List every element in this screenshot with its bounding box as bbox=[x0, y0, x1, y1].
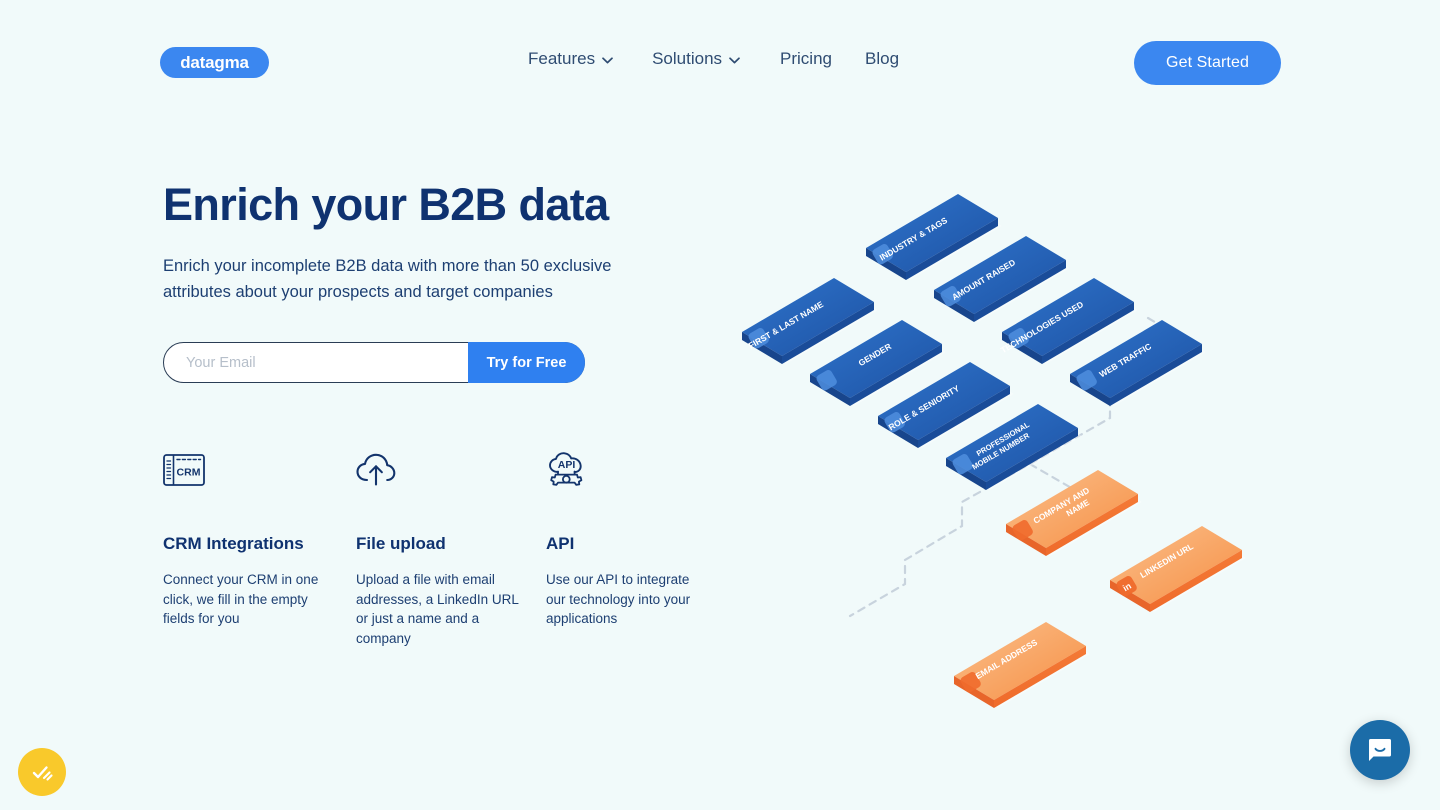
chat-bubble-icon bbox=[1369, 739, 1391, 761]
chat-launcher-button[interactable] bbox=[1350, 720, 1410, 780]
chevron-down-icon bbox=[729, 56, 740, 64]
cookie-hand-icon bbox=[32, 766, 53, 781]
feature-list: CRM CRM Integrations Connect your CRM in… bbox=[163, 448, 743, 648]
data-block-email-address: EMAIL ADDRESS bbox=[954, 622, 1090, 708]
svg-text:API: API bbox=[558, 459, 576, 471]
data-block-linkedin-url: in LINKEDIN URL bbox=[1110, 526, 1246, 612]
logo[interactable]: datagma bbox=[160, 47, 269, 78]
crm-card-icon: CRM bbox=[163, 448, 353, 492]
cookie-consent-button[interactable] bbox=[18, 748, 66, 796]
hero-section: Enrich your B2B data Enrich your incompl… bbox=[163, 178, 723, 383]
logo-text: datagma bbox=[180, 52, 249, 72]
feature-file-upload: File upload Upload a file with email add… bbox=[356, 448, 546, 648]
svg-text:CRM: CRM bbox=[177, 467, 201, 479]
feature-description: Use our API to integrate our technology … bbox=[546, 572, 691, 626]
feature-title: CRM Integrations bbox=[163, 534, 304, 553]
nav-item-solutions[interactable]: Solutions bbox=[630, 49, 757, 69]
chevron-down-icon bbox=[602, 56, 613, 64]
feature-title: File upload bbox=[356, 534, 446, 553]
try-for-free-button[interactable]: Try for Free bbox=[468, 342, 585, 383]
feature-description: Upload a file with email addresses, a Li… bbox=[356, 572, 519, 646]
site-header: datagma Features Solutions Pricing Blog … bbox=[0, 0, 1440, 125]
hero-subtitle: Enrich your incomplete B2B data with mor… bbox=[163, 257, 612, 301]
data-block-company-and-name: COMPANY AND NAME bbox=[1006, 470, 1142, 556]
nav-item-label: Features bbox=[528, 49, 596, 68]
nav-item-pricing[interactable]: Pricing bbox=[757, 49, 849, 69]
main-navigation: Features Solutions Pricing Blog bbox=[528, 49, 916, 69]
nav-item-label: Pricing bbox=[780, 49, 832, 68]
nav-item-label: Solutions bbox=[652, 49, 723, 68]
nav-item-features[interactable]: Features bbox=[528, 49, 630, 69]
signup-form: Try for Free bbox=[163, 342, 585, 383]
nav-item-blog[interactable]: Blog bbox=[849, 49, 916, 69]
feature-crm-integrations: CRM CRM Integrations Connect your CRM in… bbox=[163, 448, 353, 648]
page-title: Enrich your B2B data bbox=[163, 179, 609, 230]
feature-description: Connect your CRM in one click, we fill i… bbox=[163, 572, 319, 626]
cloud-upload-icon bbox=[356, 448, 546, 492]
hero-illustration: INDUSTRY & TAGS AMOUNT RAISED TECHNOLOGI… bbox=[700, 150, 1320, 750]
get-started-button[interactable]: Get Started bbox=[1134, 41, 1281, 85]
nav-item-label: Blog bbox=[865, 49, 900, 68]
